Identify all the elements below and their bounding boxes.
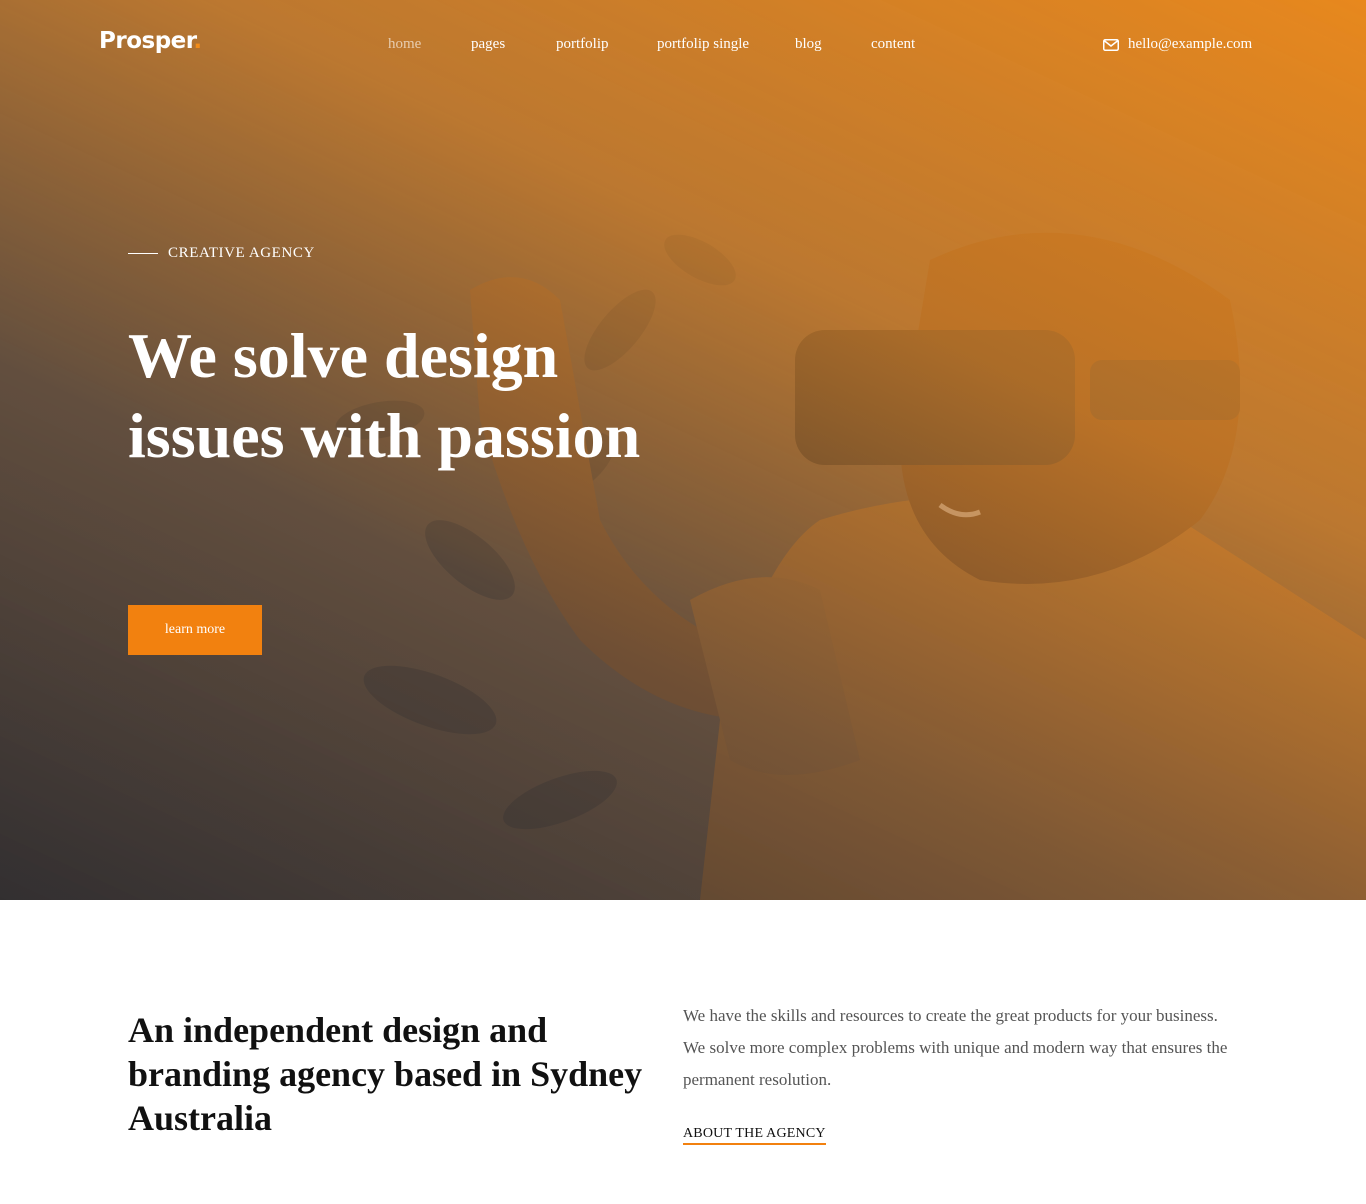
nav-item-content[interactable]: content (871, 36, 915, 53)
hero-title: We solve design issues with passion (128, 320, 641, 471)
hero-section: Prosper. home pages portfolip portfolip … (0, 0, 1366, 900)
nav-item-pages[interactable]: pages (471, 36, 505, 53)
nav-item-home[interactable]: home (388, 36, 421, 53)
learn-more-button[interactable]: learn more (128, 605, 262, 655)
envelope-icon (1103, 38, 1119, 51)
eyebrow-divider (128, 253, 158, 254)
about-agency-link[interactable]: ABOUT THE AGENCY (683, 1126, 826, 1145)
site-header: Prosper. home pages portfolip portfolip … (0, 0, 1366, 90)
nav-item-blog[interactable]: blog (795, 36, 822, 53)
header-email-link[interactable]: hello@example.com (1103, 36, 1252, 53)
nav-item-portfolio-single[interactable]: portfolip single (657, 36, 749, 53)
about-title: An independent design and branding agenc… (128, 1010, 643, 1138)
header-email-text: hello@example.com (1128, 36, 1253, 52)
eyebrow-text: CREATIVE AGENCY (168, 245, 315, 261)
about-description: We have the skills and resources to crea… (683, 1006, 1228, 1089)
site-logo[interactable]: Prosper. (99, 28, 202, 54)
logo-dot: . (193, 28, 202, 54)
logo-text: Prosper (99, 28, 194, 54)
nav-item-portfolio[interactable]: portfolip (556, 36, 609, 53)
hero-eyebrow: CREATIVE AGENCY (128, 245, 315, 262)
